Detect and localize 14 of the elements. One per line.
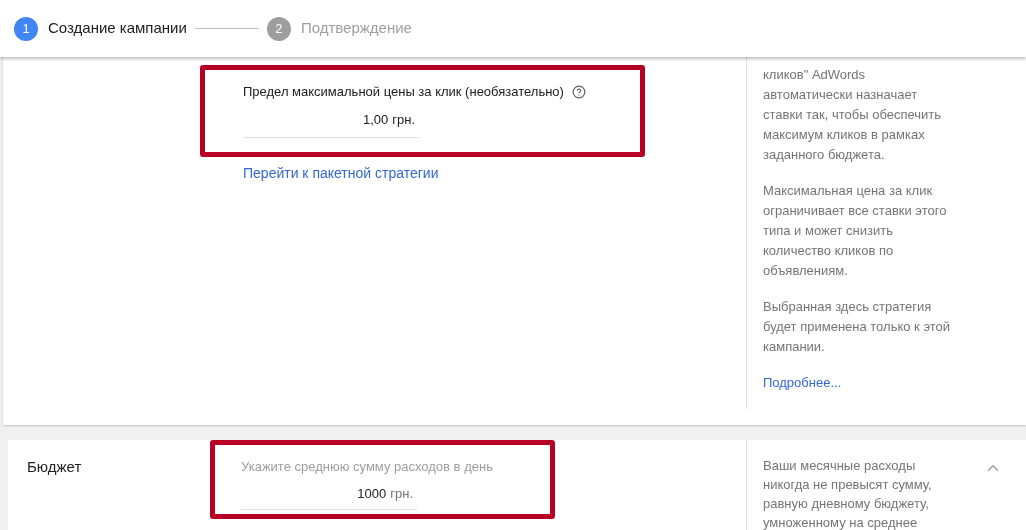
help-text: Максимальная цена за клик ограничивает все ставки этого типа и может снизить количество кликов по объявлениям. bbox=[763, 182, 948, 280]
section-title: Бюджет bbox=[26, 457, 83, 477]
input-field[interactable]: 1000 грн. bbox=[241, 483, 417, 510]
step-label[interactable]: Создание кампании bbox=[48, 17, 187, 40]
help-text: Выбранная здесь стратегия будет применена только к этой кампании. bbox=[763, 298, 952, 356]
input-field[interactable]: 1,00 грн. bbox=[243, 109, 419, 138]
strategy-link[interactable]: Перейти к пакетной стратегии bbox=[243, 163, 746, 184]
step-number[interactable]: 1 bbox=[14, 16, 38, 41]
field-label: Укажите среднюю сумму расходов в день bbox=[241, 458, 494, 476]
help-text: кликов" AdWords автоматически назначает ставки так, чтобы обеспечить максимум кликов в рамках заданного бюджета. bbox=[763, 66, 943, 164]
help-text: Ваши месячные расходы никогда не превысят сумму, равную дневному бюджету, умноженному на среднее bbox=[763, 457, 933, 530]
help-icon[interactable] bbox=[571, 84, 586, 99]
field-label: Предел максимальной цены за клик (необязательно) bbox=[243, 83, 564, 101]
more-link[interactable]: Подробнее... bbox=[763, 373, 976, 393]
